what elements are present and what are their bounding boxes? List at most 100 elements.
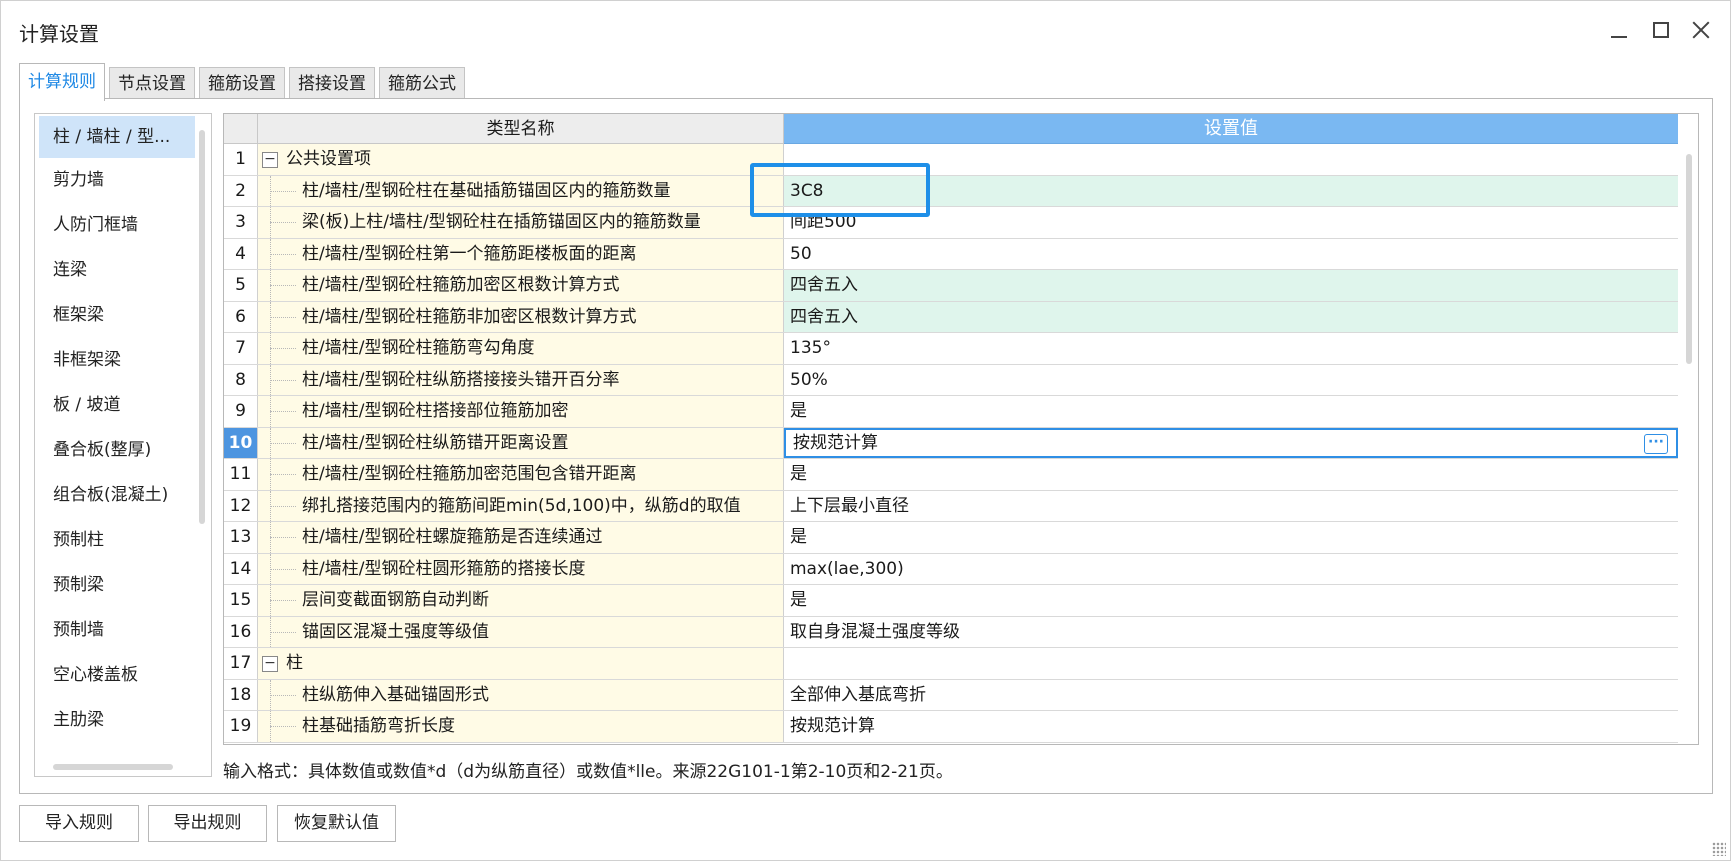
row-number: 18 — [224, 679, 258, 710]
group-row[interactable]: 17− 柱 — [224, 648, 1678, 680]
sidebar-horizontal-scrollbar[interactable] — [53, 764, 173, 770]
setting-value-text: 是 — [790, 464, 807, 484]
tab-calc-rules[interactable]: 计算规则 — [19, 63, 105, 101]
resize-grip-icon[interactable] — [1712, 842, 1726, 856]
setting-value-cell[interactable]: 全部伸入基底弯折 — [784, 680, 1678, 711]
sidebar-item-composite-slab-thick[interactable]: 叠合板(整厚) — [35, 428, 211, 473]
maximize-button[interactable] — [1646, 15, 1676, 45]
table-row[interactable]: 4 柱/墙柱/型钢砼柱第一个箍筋距楼板面的距离 50 — [224, 238, 1678, 270]
sidebar-item-precast-beam[interactable]: 预制梁 — [35, 563, 211, 608]
sidebar-item-non-frame-beam[interactable]: 非框架梁 — [35, 338, 211, 383]
setting-value-cell[interactable]: 是 — [784, 459, 1678, 490]
row-type-name-cell: 层间变截面钢筋自动判断 — [258, 585, 784, 616]
more-options-icon[interactable]: ··· — [1644, 433, 1668, 454]
table-row[interactable]: 14 柱/墙柱/型钢砼柱圆形箍筋的搭接长度 max(lae,300) — [224, 553, 1678, 585]
setting-value-text: 是 — [790, 527, 807, 547]
setting-value-text: 50% — [790, 369, 828, 390]
setting-value-cell[interactable]: 3C8 — [784, 175, 1678, 206]
setting-value-cell[interactable]: 按规范计算 — [784, 711, 1678, 742]
setting-value-cell[interactable]: 50% — [784, 365, 1678, 396]
setting-label: 柱纵筋伸入基础锚固形式 — [302, 684, 489, 705]
table-row[interactable]: 2 柱/墙柱/型钢砼柱在基础插筋锚固区内的箍筋数量 3C8 — [224, 175, 1678, 207]
row-type-name-cell: − 柱 — [258, 648, 784, 679]
table-row[interactable]: 9 柱/墙柱/型钢砼柱搭接部位箍筋加密 是 — [224, 396, 1678, 428]
setting-value-text: 是 — [790, 590, 807, 610]
setting-value-text: max(lae,300) — [790, 558, 904, 579]
tab-lap-settings[interactable]: 搭接设置 — [289, 67, 375, 101]
setting-value-cell[interactable]: max(lae,300) — [784, 554, 1678, 585]
grid-rows: 1− 公共设置项 2 柱/墙柱/型钢砼柱在基础插筋锚固区内的箍筋数量 3C8 3 梁(板)上… — [224, 144, 1678, 743]
setting-label: 柱/墙柱/型钢砼柱搭接部位箍筋加密 — [302, 401, 569, 421]
row-type-name-cell: 柱/墙柱/型钢砼柱第一个箍筋距楼板面的距离 — [258, 238, 784, 269]
table-row[interactable]: 13 柱/墙柱/型钢砼柱螺旋箍筋是否连续通过 是 — [224, 522, 1678, 554]
sidebar-item-main-rib-beam[interactable]: 主肋梁 — [35, 698, 211, 743]
tree-connector — [270, 600, 296, 601]
table-row[interactable]: 7 柱/墙柱/型钢砼柱箍筋弯勾角度 135° — [224, 333, 1678, 365]
tab-stirrup-settings[interactable]: 箍筋设置 — [199, 67, 285, 101]
setting-value-cell[interactable]: 50 — [784, 239, 1678, 270]
sidebar-item-civil-defense-door-wall[interactable]: 人防门框墙 — [35, 203, 211, 248]
setting-value-cell[interactable]: 间距500 — [784, 207, 1678, 238]
sidebar-item-hollow-floor-slab[interactable]: 空心楼盖板 — [35, 653, 211, 698]
table-row[interactable]: 19 柱基础插筋弯折长度 按规范计算 — [224, 711, 1678, 743]
row-type-name-cell: − 公共设置项 — [258, 144, 784, 175]
settings-grid: 类型名称 设置值 1− 公共设置项 2 柱/墙柱/型钢砼柱在基础插筋锚固区内的箍筋数量… — [223, 113, 1699, 745]
sidebar-item-slab-ramp[interactable]: 板 / 坡道 — [35, 383, 211, 428]
setting-value-cell[interactable]: 四舍五入 — [784, 301, 1678, 332]
collapse-icon[interactable]: − — [262, 152, 278, 168]
setting-value-cell[interactable] — [784, 648, 1678, 679]
column-header-setting-value[interactable]: 设置值 — [784, 114, 1678, 144]
row-type-name-cell: 柱/墙柱/型钢砼柱箍筋弯勾角度 — [258, 333, 784, 364]
table-row[interactable]: 5 柱/墙柱/型钢砼柱箍筋加密区根数计算方式 四舍五入 — [224, 270, 1678, 302]
tree-connector — [270, 631, 296, 633]
tree-connector — [270, 568, 296, 570]
table-row[interactable]: 10 柱/墙柱/型钢砼柱纵筋错开距离设置 按规范计算 ··· — [224, 427, 1678, 459]
tab-node-settings[interactable]: 节点设置 — [109, 67, 195, 101]
group-row[interactable]: 1− 公共设置项 — [224, 144, 1678, 176]
setting-label: 柱/墙柱/型钢砼柱纵筋错开距离设置 — [302, 432, 569, 453]
setting-value-cell[interactable]: 是 — [784, 585, 1678, 616]
setting-label: 层间变截面钢筋自动判断 — [302, 590, 489, 610]
setting-value-cell[interactable]: 上下层最小直径 — [784, 491, 1678, 522]
tree-connector — [270, 505, 296, 507]
table-row[interactable]: 18 柱纵筋伸入基础锚固形式 全部伸入基底弯折 — [224, 679, 1678, 711]
collapse-icon[interactable]: − — [262, 656, 278, 672]
reset-default-button[interactable]: 恢复默认值 — [277, 805, 396, 842]
setting-value-cell[interactable]: 是 — [784, 396, 1678, 427]
tree-connector — [270, 726, 296, 727]
import-rules-button[interactable]: 导入规则 — [19, 805, 139, 842]
setting-label: 柱/墙柱/型钢砼柱在基础插筋锚固区内的箍筋数量 — [302, 180, 671, 201]
sidebar-item-column[interactable]: 柱 / 墙柱 / 型... — [39, 116, 195, 158]
close-icon — [1691, 20, 1711, 40]
table-row[interactable]: 16 锚固区混凝土强度等级值 取自身混凝土强度等级 — [224, 616, 1678, 648]
sidebar-item-shear-wall[interactable]: 剪力墙 — [35, 158, 211, 203]
sidebar-item-coupling-beam[interactable]: 连梁 — [35, 248, 211, 293]
sidebar-item-precast-wall[interactable]: 预制墙 — [35, 608, 211, 653]
close-button[interactable] — [1686, 15, 1716, 45]
column-header-type-name[interactable]: 类型名称 — [258, 114, 784, 144]
row-type-name-cell: 柱基础插筋弯折长度 — [258, 711, 784, 742]
sidebar-item-frame-beam[interactable]: 框架梁 — [35, 293, 211, 338]
setting-label: 柱/墙柱/型钢砼柱纵筋搭接接头错开百分率 — [302, 369, 620, 390]
group-label: 柱 — [286, 653, 303, 673]
sidebar-vertical-scrollbar[interactable] — [199, 130, 205, 524]
export-rules-button[interactable]: 导出规则 — [148, 805, 267, 842]
grid-vertical-scrollbar[interactable] — [1686, 154, 1692, 364]
setting-value-editor[interactable]: 按规范计算 ··· — [784, 427, 1678, 458]
setting-value-cell[interactable]: 四舍五入 — [784, 270, 1678, 301]
tab-stirrup-formula[interactable]: 箍筋公式 — [379, 67, 465, 101]
sidebar-item-composite-slab-concrete[interactable]: 组合板(混凝土) — [35, 473, 211, 518]
setting-value-cell[interactable]: 取自身混凝土强度等级 — [784, 617, 1678, 648]
table-row[interactable]: 8 柱/墙柱/型钢砼柱纵筋搭接接头错开百分率 50% — [224, 364, 1678, 396]
setting-value-cell[interactable]: 是 — [784, 522, 1678, 553]
table-row[interactable]: 12 绑扎搭接范围内的箍筋间距min(5d,100)中，纵筋d的取值 上下层最小直径 — [224, 490, 1678, 522]
minimize-button[interactable] — [1604, 15, 1634, 45]
setting-value-cell[interactable] — [784, 144, 1678, 175]
table-row[interactable]: 15 层间变截面钢筋自动判断 是 — [224, 585, 1678, 617]
table-row[interactable]: 3 梁(板)上柱/墙柱/型钢砼柱在插筋锚固区内的箍筋数量 间距500 — [224, 207, 1678, 239]
table-row[interactable]: 6 柱/墙柱/型钢砼柱箍筋非加密区根数计算方式 四舍五入 — [224, 301, 1678, 333]
sidebar-item-precast-column[interactable]: 预制柱 — [35, 518, 211, 563]
table-row[interactable]: 11 柱/墙柱/型钢砼柱箍筋加密范围包含错开距离 是 — [224, 459, 1678, 491]
setting-value-cell[interactable]: 135° — [784, 333, 1678, 364]
setting-value-text: 全部伸入基底弯折 — [790, 684, 926, 705]
